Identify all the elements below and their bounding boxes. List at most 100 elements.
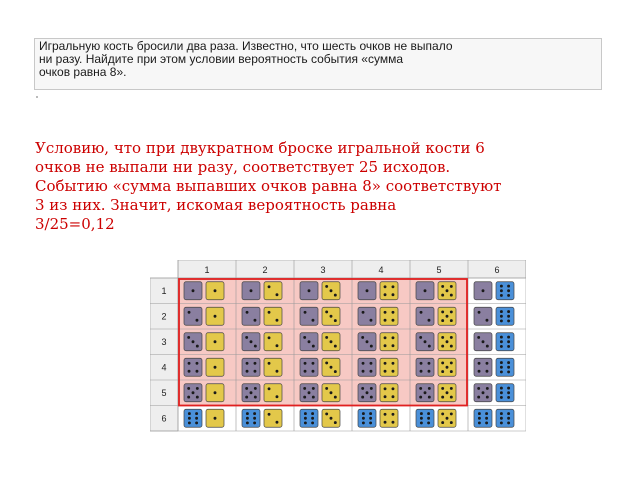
die-second-r1-c4 (379, 281, 399, 301)
die-second-r3-c4-pip (383, 336, 387, 340)
column-header-5: 5 (436, 265, 441, 275)
die-second-r1-c4-pip (383, 285, 387, 289)
die-first-r5-c2-pip (245, 395, 249, 399)
die-second-r2-c2 (263, 306, 283, 326)
die-first-r4-c5 (415, 357, 435, 377)
die-second-r5-c6-pip (507, 395, 511, 399)
die-first-r5-c1-pip (187, 386, 191, 390)
die-second-r4-c3-pip (325, 361, 329, 365)
die-first-r4-c4-pip (369, 369, 373, 373)
die-second-r5-c3-pip (325, 386, 329, 390)
die-first-r6-c4-pip (361, 412, 365, 416)
die-first-r3-c6-pip (477, 335, 481, 339)
die-first-r4-c4-pip (361, 361, 365, 365)
die-first-r4-c3-pip (303, 361, 307, 365)
die-first-r5-c5-pip (427, 386, 431, 390)
die-first-r5-c6-pip (477, 386, 481, 390)
die-second-r4-c4-pip (391, 369, 395, 373)
die-first-r5-c3-pip (303, 386, 307, 390)
die-first-r5-c1-pip (187, 395, 191, 399)
die-first-r6-c1-pip (187, 421, 191, 425)
die-first-r1-c2-pip (249, 289, 253, 293)
die-first-r6-c6-pip (477, 412, 481, 416)
row-header-6: 6 (161, 413, 166, 423)
die-second-r2-c5-pip (441, 310, 445, 314)
die-first-r6-c3-pip (311, 412, 315, 416)
die-first-r5-c1-pip (195, 386, 199, 390)
die-second-r6-c2-pip (267, 412, 271, 416)
die-second-r5-c6-pip (507, 391, 511, 395)
die-first-r6-c1-pip (195, 416, 199, 420)
die-first-r4-c1-pip (195, 369, 199, 373)
die-second-r5-c6-pip (507, 386, 511, 390)
die-second-r6-c6 (495, 408, 515, 428)
die-first-r5-c5-pip (419, 395, 423, 399)
die-first-r6-c5 (415, 408, 435, 428)
die-second-r1-c5-pip (441, 284, 445, 288)
die-first-r4-c1-pip (187, 361, 191, 365)
die-second-r3-c1-pip (213, 340, 217, 344)
die-first-r2-c1-pip (195, 318, 199, 322)
die-first-r5-c3-pip (307, 391, 311, 395)
die-first-r4-c5-pip (427, 361, 431, 365)
die-first-r2-c1 (183, 306, 203, 326)
die-second-r2-c5-pip (449, 310, 453, 314)
die-first-r5-c4-pip (369, 386, 373, 390)
die-second-r1-c4-pip (383, 293, 387, 297)
die-first-r6-c2-pip (253, 412, 257, 416)
die-second-r3-c5-pip (449, 335, 453, 339)
die-second-r3-c3-pip (325, 335, 329, 339)
die-second-r6-c5-pip (449, 412, 453, 416)
die-first-r6-c2-pip (253, 416, 257, 420)
die-first-r6-c2-pip (245, 421, 249, 425)
die-second-r2-c3-pip (325, 310, 329, 314)
die-first-r4-c3-pip (311, 369, 315, 373)
die-first-r3-c3-pip (303, 335, 307, 339)
die-second-r5-c3-pip (333, 395, 337, 399)
die-second-r3-c4 (379, 332, 399, 352)
die-second-r2-c1-pip (213, 314, 217, 318)
die-second-r6-c6-pip (499, 412, 503, 416)
die-second-r4-c3-pip (333, 370, 337, 374)
die-first-r2-c4-pip (361, 310, 365, 314)
die-first-r2-c2-pip (245, 310, 249, 314)
dice-outcomes-table: 1 2 3 4 5 6 1 2 3 4 5 6 (150, 260, 526, 432)
die-second-r4-c5-pip (445, 365, 449, 369)
die-first-r4-c4-pip (361, 369, 365, 373)
die-second-r4-c2 (263, 357, 283, 377)
die-second-r5-c4 (379, 383, 399, 403)
die-second-r6-c4 (379, 408, 399, 428)
die-second-r2-c2-pip (267, 310, 271, 314)
die-first-r6-c4-pip (369, 412, 373, 416)
die-first-r4-c6-pip (477, 361, 481, 365)
die-first-r2-c3 (299, 306, 319, 326)
die-second-r1-c2-pip (267, 285, 271, 289)
die-first-r4-c5-pip (419, 361, 423, 365)
row-header-4: 4 (161, 362, 166, 372)
die-first-r3-c4-pip (365, 340, 369, 344)
die-first-r5-c1-pip (195, 395, 199, 399)
die-second-r4-c6-pip (507, 370, 511, 374)
die-first-r4-c3-pip (311, 361, 315, 365)
die-first-r6-c4-pip (369, 421, 373, 425)
die-first-r4-c4-pip (369, 361, 373, 365)
die-second-r5-c5-pip (449, 395, 453, 399)
die-second-r5-c5-pip (441, 395, 445, 399)
die-second-r4-c1-pip (213, 365, 217, 369)
die-first-r6-c5-pip (427, 416, 431, 420)
column-header-2: 2 (262, 265, 267, 275)
die-first-r6-c6-pip (477, 421, 481, 425)
die-second-r2-c5-pip (445, 314, 449, 318)
die-second-r2-c4-pip (391, 318, 395, 322)
die-first-r3-c6-pip (481, 340, 485, 344)
die-second-r4-c4 (379, 357, 399, 377)
die-second-r3-c6 (495, 332, 515, 352)
die-first-r5-c5-pip (423, 391, 427, 395)
die-first-r6-c5-pip (419, 421, 423, 425)
die-first-r5-c3-pip (311, 386, 315, 390)
die-second-r4-c6-pip (499, 365, 503, 369)
die-second-r1-c2 (263, 281, 283, 301)
die-first-r5-c4-pip (361, 386, 365, 390)
die-first-r6-c5-pip (427, 412, 431, 416)
die-first-r2-c6 (473, 306, 493, 326)
